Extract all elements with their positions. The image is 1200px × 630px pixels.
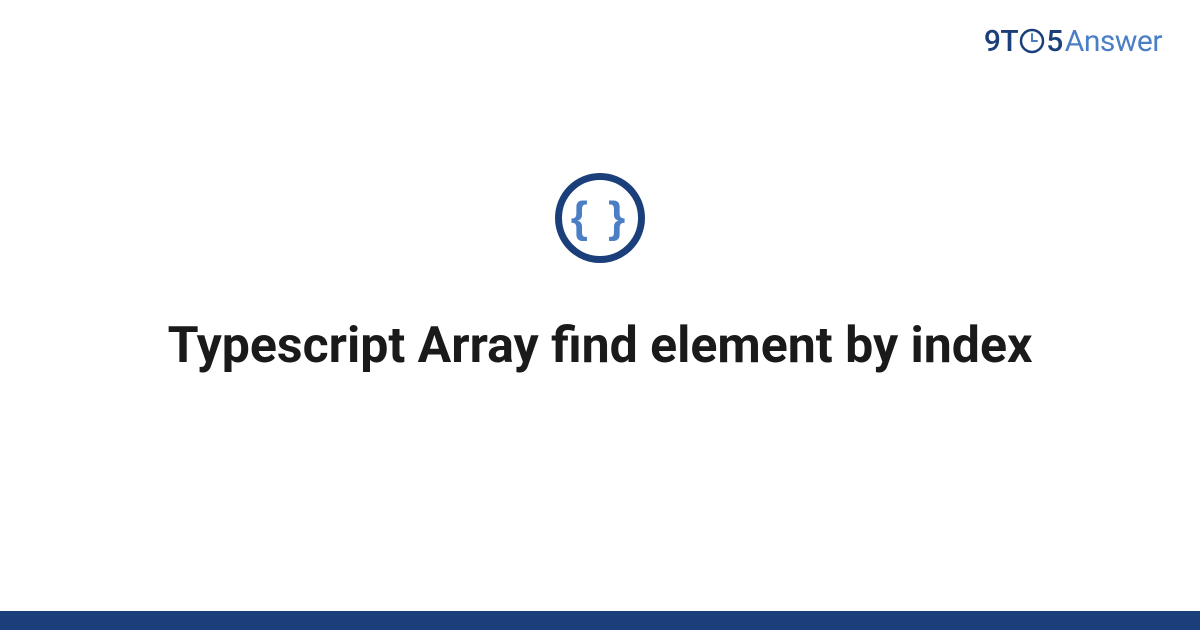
main-content: { } Typescript Array find element by ind… [0, 0, 1200, 630]
brace-glyph: { } [571, 196, 629, 240]
footer-accent-bar [0, 611, 1200, 630]
code-braces-icon: { } [555, 173, 645, 263]
page-title: Typescript Array find element by index [168, 315, 1033, 378]
